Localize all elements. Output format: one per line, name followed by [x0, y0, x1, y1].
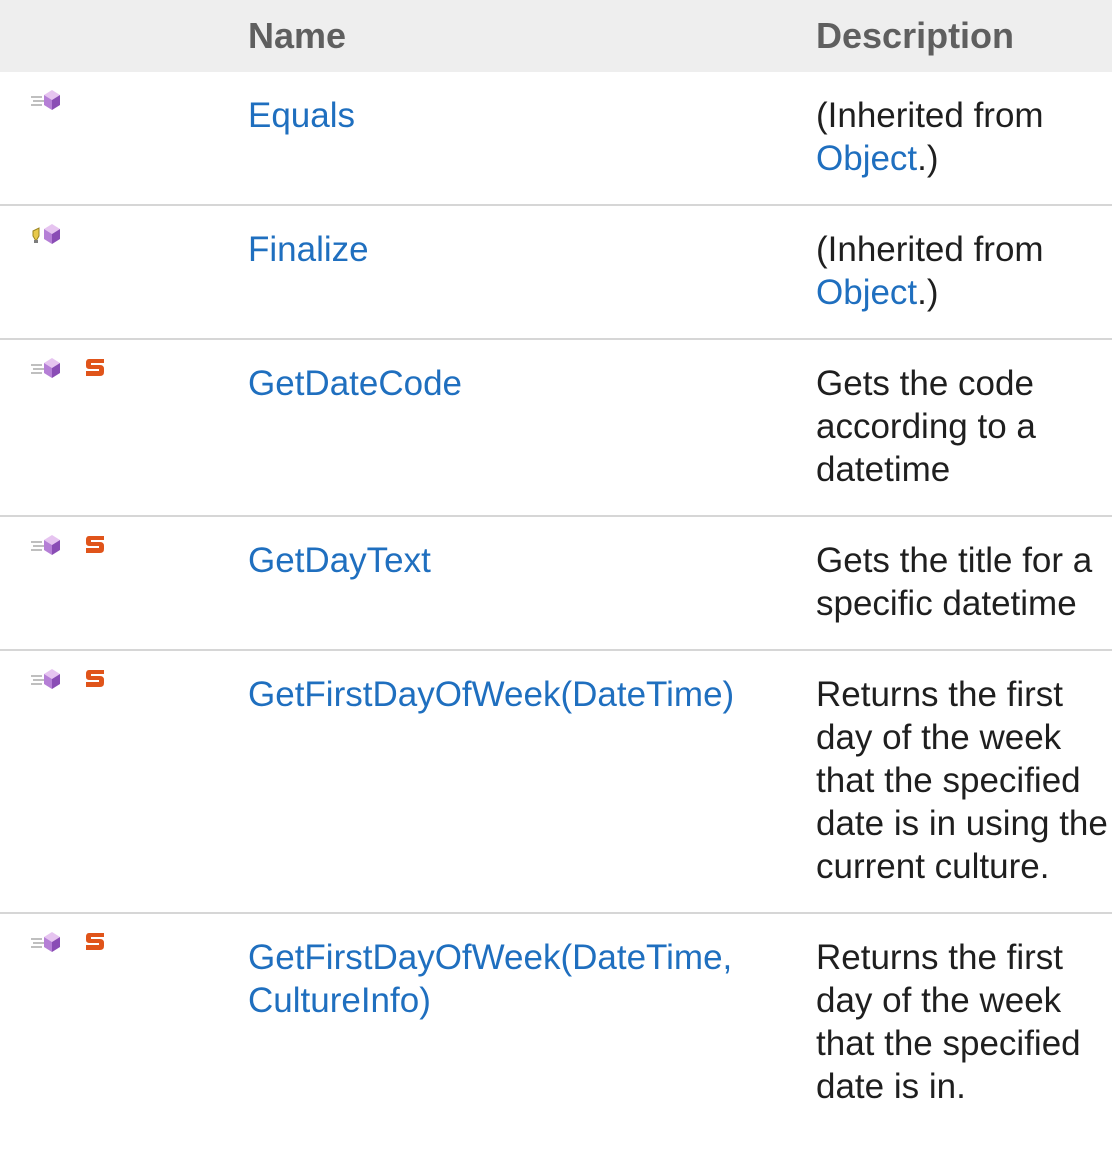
member-icons [0, 339, 230, 516]
members-table: Name Description Equals (Inherited from … [0, 0, 1112, 1132]
member-icons [0, 650, 230, 913]
inherited-prefix: (Inherited from [816, 96, 1044, 135]
icon-column-header [0, 0, 230, 72]
public-method-icon [30, 667, 66, 691]
inherited-prefix: (Inherited from [816, 230, 1044, 269]
member-description: Returns the first day of the week that t… [816, 938, 1081, 1106]
member-name-cell: GetFirstDayOfWeek(DateTime, CultureInfo) [230, 913, 798, 1132]
public-method-icon [30, 88, 66, 112]
inherited-suffix: .) [917, 139, 939, 178]
inherited-suffix: .) [917, 273, 939, 312]
member-icons [0, 72, 230, 205]
table-row: GetFirstDayOfWeek(DateTime) Returns the … [0, 650, 1112, 913]
name-column-header: Name [248, 15, 347, 56]
member-link[interactable]: GetFirstDayOfWeek(DateTime) [248, 675, 734, 714]
member-description: (Inherited from Object.) [798, 205, 1112, 339]
member-link[interactable]: Equals [248, 96, 355, 135]
table-row: Finalize (Inherited from Object.) [0, 205, 1112, 339]
member-link[interactable]: Finalize [248, 230, 369, 269]
member-name-cell: Equals [230, 72, 798, 205]
table-row: GetDateCode Gets the code according to a… [0, 339, 1112, 516]
table-row: Equals (Inherited from Object.) [0, 72, 1112, 205]
member-name-cell: GetFirstDayOfWeek(DateTime) [230, 650, 798, 913]
protected-method-icon [30, 222, 66, 246]
member-link[interactable]: GetFirstDayOfWeek(DateTime, CultureInfo) [248, 938, 732, 1020]
member-link[interactable]: GetDayText [248, 541, 431, 580]
member-link[interactable]: GetDateCode [248, 364, 462, 403]
static-icon [84, 667, 106, 691]
description-column-header: Description [816, 15, 1015, 56]
table-header-row: Name Description [0, 0, 1112, 72]
public-method-icon [30, 930, 66, 954]
member-icons [0, 913, 230, 1132]
public-method-icon [30, 533, 66, 557]
member-description: Gets the title for a specific datetime [816, 541, 1093, 623]
object-link[interactable]: Object [816, 139, 917, 178]
member-name-cell: Finalize [230, 205, 798, 339]
member-icons [0, 205, 230, 339]
member-icons [0, 516, 230, 650]
member-name-cell: GetDayText [230, 516, 798, 650]
object-link[interactable]: Object [816, 273, 917, 312]
table-row: GetFirstDayOfWeek(DateTime, CultureInfo)… [0, 913, 1112, 1132]
static-icon [84, 533, 106, 557]
member-description: Returns the first day of the week that t… [816, 675, 1108, 886]
member-name-cell: GetDateCode [230, 339, 798, 516]
public-method-icon [30, 356, 66, 380]
member-description: Gets the code according to a datetime [816, 364, 1036, 489]
member-description: (Inherited from Object.) [798, 72, 1112, 205]
table-row: GetDayText Gets the title for a specific… [0, 516, 1112, 650]
static-icon [84, 930, 106, 954]
static-icon [84, 356, 106, 380]
